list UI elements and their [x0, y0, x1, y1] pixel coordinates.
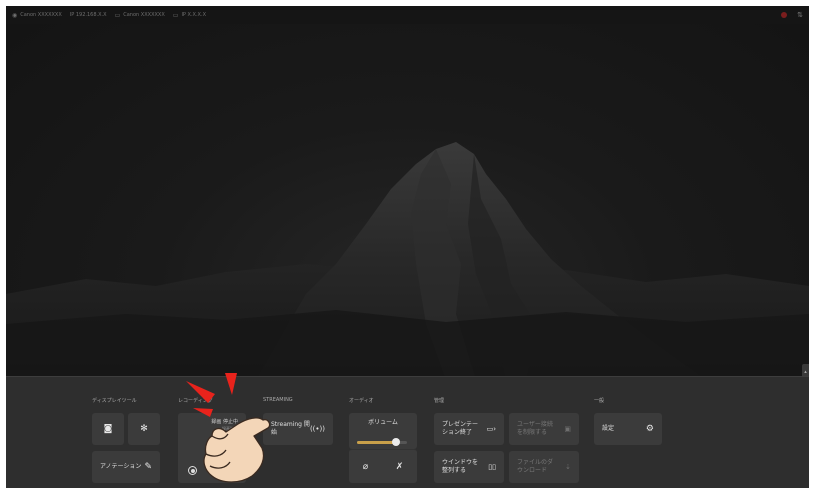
signal-icon: ⇅ [797, 11, 803, 19]
section-label-streaming: STREAMING [263, 397, 293, 403]
status-camera-name: ◉ Canon XXXXXXX [12, 12, 62, 19]
camera-icon: ◉ [12, 11, 18, 19]
record-icon[interactable] [188, 466, 197, 475]
download-icon: ⇣ [565, 463, 571, 471]
section-label-recording: レコーディング [178, 398, 213, 404]
section-label-management: 管理 [434, 398, 445, 404]
file-download-label: ファイルのダウンロード [517, 458, 554, 474]
gear-icon: ✻ [140, 424, 148, 434]
presentation-screen: ◉ Canon XXXXXXX IP 192.168.X.X ▭ Canon X… [6, 6, 809, 488]
end-presentation-button[interactable]: プレゼンテーション終了 ▭› [434, 413, 504, 445]
streaming-label: Streaming 開始 [271, 420, 310, 436]
recording-time-value: 00:00:00 [220, 431, 238, 437]
control-panel: ディスプレイツール レコーディング STREAMING オーディオ 管理 一般 … [6, 376, 809, 488]
streaming-start-button[interactable]: Streaming 開始 ((•)) [263, 413, 333, 445]
gear-icon: ⚙ [645, 424, 654, 434]
presentation-exit-icon: ▭› [486, 425, 496, 433]
section-label-general: 一般 [594, 398, 605, 404]
file-download-button[interactable]: ファイルのダウンロード ⇣ [509, 451, 579, 483]
camera-icon: ◙ [103, 424, 113, 434]
speaker-muted-icon[interactable]: ✗ [396, 462, 404, 472]
wallpaper-mountain [6, 24, 809, 380]
limit-user-connection-button[interactable]: ユーザー接続を制限する ▣ [509, 413, 579, 445]
status-display-ip: ▭ IP X.X.X.X [173, 12, 206, 19]
section-label-audio: オーディオ [349, 398, 374, 404]
monitor-icon: ▭ [172, 11, 179, 19]
status-camera-ip: IP 192.168.X.X [70, 12, 107, 18]
limit-user-connection-label: ユーザー接続を制限する [517, 420, 553, 436]
window-layout-icon: ▯▯ [488, 463, 496, 471]
status-bar: ◉ Canon XXXXXXX IP 192.168.X.X ▭ Canon X… [6, 6, 809, 24]
pen-icon: ✎ [144, 462, 152, 472]
display-settings-button[interactable]: ✻ [128, 413, 160, 445]
recording-tile[interactable]: 録画 停止中 録画時間 00:00:00 [178, 413, 246, 483]
status-camera-ip-label: IP 192.168.X.X [69, 12, 107, 18]
broadcast-icon: ((•)) [309, 425, 325, 433]
audio-mute-row: ⌀ ✗ [349, 449, 417, 483]
status-camera-label: Canon XXXXXXX [20, 12, 62, 18]
recording-indicator-icon [781, 12, 788, 18]
volume-slider[interactable] [357, 438, 407, 446]
annotation-button[interactable]: アノテーション ✎ [92, 451, 160, 483]
volume-tile: ボリューム [349, 413, 417, 449]
volume-label: ボリューム [368, 419, 398, 426]
monitor-icon: ▭ [114, 11, 121, 19]
status-display-name: ▭ Canon XXXXXXX [115, 12, 165, 19]
mic-muted-icon[interactable]: ⌀ [363, 462, 368, 472]
status-display-ip-label: IP X.X.X.X [181, 12, 207, 18]
recording-status: 録画 停止中 [211, 419, 238, 425]
volume-slider-fill [357, 441, 396, 444]
settings-button[interactable]: 設定 ⚙ [594, 413, 662, 445]
end-presentation-label: プレゼンテーション終了 [442, 420, 479, 436]
lock-icon: ▣ [564, 425, 571, 433]
settings-label: 設定 [602, 424, 615, 432]
screenshot-button[interactable]: ◙ [92, 413, 124, 445]
volume-slider-knob[interactable] [392, 438, 400, 446]
status-display-label: Canon XXXXXXX [123, 12, 165, 18]
arrange-windows-label: ウインドウを整列する [442, 458, 479, 474]
arrange-windows-button[interactable]: ウインドウを整列する ▯▯ [434, 451, 504, 483]
section-label-display-tools: ディスプレイツール [92, 398, 137, 404]
annotation-label: アノテーション [100, 462, 142, 470]
